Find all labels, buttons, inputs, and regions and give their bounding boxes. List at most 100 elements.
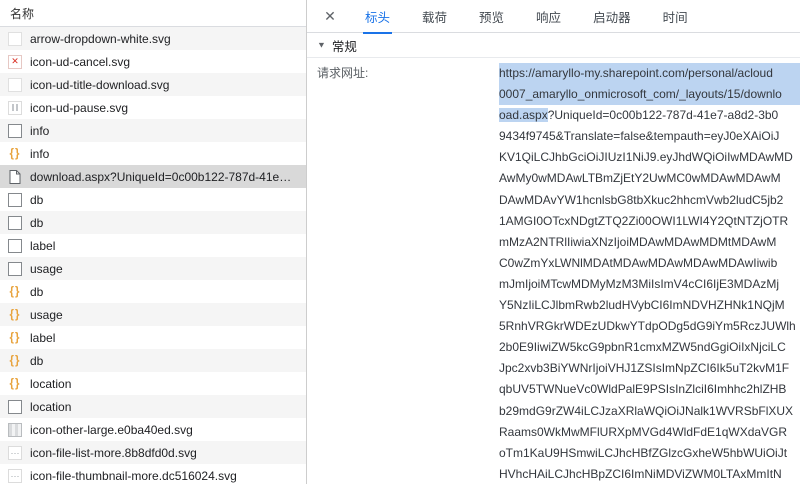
request-row[interactable]: db [0,188,306,211]
url-line: qbUV5TWNueVc0WldPalE9PSIsInZlciI6Imhhc2h… [499,379,800,400]
request-name: icon-file-list-more.8b8dfd0d.svg [30,446,197,460]
tab-label: 启动器 [591,0,633,34]
request-name: usage [30,262,63,276]
request-row[interactable]: icon-ud-title-download.svg [0,73,306,96]
request-name: download.aspx?UniqueId=0c00b122-787d-41e… [30,170,291,184]
img-light-icon [8,78,22,92]
request-name: icon-other-large.e0ba40ed.svg [30,423,193,437]
request-url-value[interactable]: https://amaryllo-my.sharepoint.com/perso… [499,63,800,484]
tab-label: 预览 [477,0,506,34]
url-line: Raams0WkMwMFlURXpMVGd4WldFdE1qWXdaVGR [499,422,800,443]
details-tabbar: ✕ 标头载荷预览响应启动器时间 [307,0,800,33]
url-line: https://amaryllo-my.sharepoint.com/perso… [499,63,800,84]
request-name: icon-ud-title-download.svg [30,78,169,92]
json-icon: {} [8,377,22,391]
img-pause-icon [8,101,22,115]
request-name: label [30,331,55,345]
request-row[interactable]: label [0,234,306,257]
request-name: location [30,400,71,414]
request-name: usage [30,308,63,322]
url-line: Y5NzIiLCJlbmRwb2ludHVybCI6ImNDVHZHNk1NQj… [499,295,800,316]
request-row[interactable]: download.aspx?UniqueId=0c00b122-787d-41e… [0,165,306,188]
tab-预览[interactable]: 预览 [463,0,520,32]
tab-启动器[interactable]: 启动器 [577,0,647,32]
section-title: 常规 [332,36,357,55]
request-row[interactable]: info [0,119,306,142]
request-name: label [30,239,55,253]
request-row[interactable]: location [0,395,306,418]
doc-icon [8,170,22,184]
url-line: HVhcHAiLCJhcHBpZCI6ImNiMDViZWM0LTAxMmItN [499,464,800,484]
request-row[interactable]: usage [0,257,306,280]
request-name: db [30,285,43,299]
url-line: DAwMDAvYW1hcnlsbG8tbXkuc2hhcmVwb2ludC5jb… [499,190,800,211]
img-gray-icon [8,400,22,414]
request-row[interactable]: ✕ icon-ud-cancel.svg [0,50,306,73]
url-line: Jpc2xvb3BiYWNrIjoiVHJ1ZSIsImNpZCI6Ik5uT2… [499,358,800,379]
json-icon: {} [8,354,22,368]
request-row[interactable]: {} label [0,326,306,349]
request-row[interactable]: {} db [0,349,306,372]
headers-body: 请求网址: https://amaryllo-my.sharepoint.com… [307,58,800,484]
img-pattern-icon [8,423,22,437]
request-row[interactable]: ··· icon-file-thumbnail-more.dc516024.svg [0,464,306,484]
url-line: mJmIjoiMTcwMDMyMzM3MiIsImV4cCI6IjE3MDAzM… [499,274,800,295]
img-gray-icon [8,124,22,138]
tab-载荷[interactable]: 载荷 [406,0,463,32]
img-dots-icon: ··· [8,446,22,460]
request-row[interactable]: {} usage [0,303,306,326]
request-url-label: 请求网址: [307,63,499,484]
tab-label: 时间 [661,0,690,34]
img-gray-icon [8,262,22,276]
json-icon: {} [8,308,22,322]
url-line: oTm1KaU9HSmwiLCJhcHBfZGlzcGxheW5hbWUiOiJ… [499,443,800,464]
request-name: db [30,193,43,207]
url-line: 2b0E9IiwiZW5kcG9pbnR1cmxMZW5ndGgiOiIxNjc… [499,337,800,358]
tab-响应[interactable]: 响应 [520,0,577,32]
url-line: 1AMGI0OTcxNDgtZTQ2Zi00OWI1LWI4Y2QtNTZjOT… [499,211,800,232]
url-line: oad.aspx?UniqueId=0c00b122-787d-41e7-a8d… [499,105,800,126]
url-line: C0wZmYxLWNlMDAtMDAwMDAwMDAwMDAwIiwib [499,253,800,274]
json-icon: {} [8,285,22,299]
request-name: db [30,354,43,368]
tab-label: 标头 [363,0,392,34]
tab-标头[interactable]: 标头 [349,0,406,32]
request-row[interactable]: {}location [0,372,306,395]
request-name: icon-file-thumbnail-more.dc516024.svg [30,469,237,483]
request-name: info [30,147,49,161]
chevron-down-icon: ▼ [317,41,326,50]
request-name: icon-ud-cancel.svg [30,55,130,69]
request-row[interactable]: icon-ud-pause.svg [0,96,306,119]
tab-时间[interactable]: 时间 [647,0,704,32]
request-name: info [30,124,49,138]
img-dots-icon: ··· [8,469,22,483]
tab-label: 载荷 [420,0,449,34]
request-row[interactable]: {}info [0,142,306,165]
img-gray-icon [8,216,22,230]
request-name: arrow-dropdown-white.svg [30,32,171,46]
url-line: b29mdG9rZW4iLCJzaXRlaWQiOiJNalk1WVRSbFlX… [499,401,800,422]
request-row[interactable]: {} db [0,280,306,303]
section-header-general[interactable]: ▼ 常规 [307,33,800,58]
url-line: KV1QiLCJhbGciOiJIUzI1NiJ9.eyJhdWQiOiIwMD… [499,147,800,168]
url-line: 5RnhVRGkrWDEzUDkwYTdpODg5dG9iYm5RczJUWlh [499,316,800,337]
details-tabs: 标头载荷预览响应启动器时间 [349,0,704,32]
request-name: db [30,216,43,230]
request-row[interactable]: db [0,211,306,234]
url-line: AwMy0wMDAwLTBmZjEtY2UwMC0wMDAwMDAwM [499,168,800,189]
url-line: 0007_amaryllo_onmicrosoft_com/_layouts/1… [499,84,800,105]
request-row[interactable]: ··· icon-file-list-more.8b8dfd0d.svg [0,441,306,464]
request-name: icon-ud-pause.svg [30,101,128,115]
json-icon: {} [8,331,22,345]
name-column-label: 名称 [10,5,34,22]
close-icon[interactable]: ✕ [317,0,343,32]
request-row[interactable]: arrow-dropdown-white.svg [0,27,306,50]
request-list: arrow-dropdown-white.svg ✕ icon-ud-cancel.… [0,27,306,484]
devtools-network-panel: 名称 arrow-dropdown-white.svg ✕ icon-ud-canc… [0,0,800,484]
img-cancel-icon: ✕ [8,55,22,69]
img-gray-icon [8,239,22,253]
request-row[interactable]: icon-other-large.e0ba40ed.svg [0,418,306,441]
img-gray-icon [8,193,22,207]
name-column-header[interactable]: 名称 [0,0,306,27]
request-list-panel: 名称 arrow-dropdown-white.svg ✕ icon-ud-canc… [0,0,307,484]
